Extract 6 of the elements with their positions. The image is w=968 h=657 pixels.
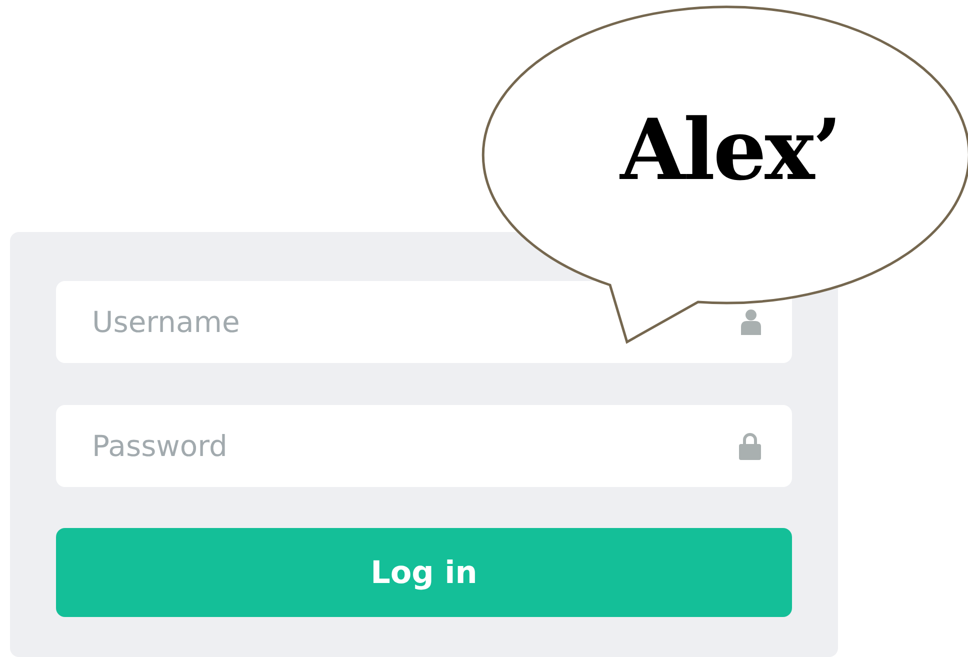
- password-field[interactable]: Password: [56, 405, 792, 487]
- username-field[interactable]: Username: [56, 281, 792, 363]
- lock-icon: [738, 432, 762, 460]
- bubble-text: Alex’: [618, 108, 841, 192]
- person-icon: [740, 309, 762, 335]
- login-button[interactable]: Log in: [56, 528, 792, 617]
